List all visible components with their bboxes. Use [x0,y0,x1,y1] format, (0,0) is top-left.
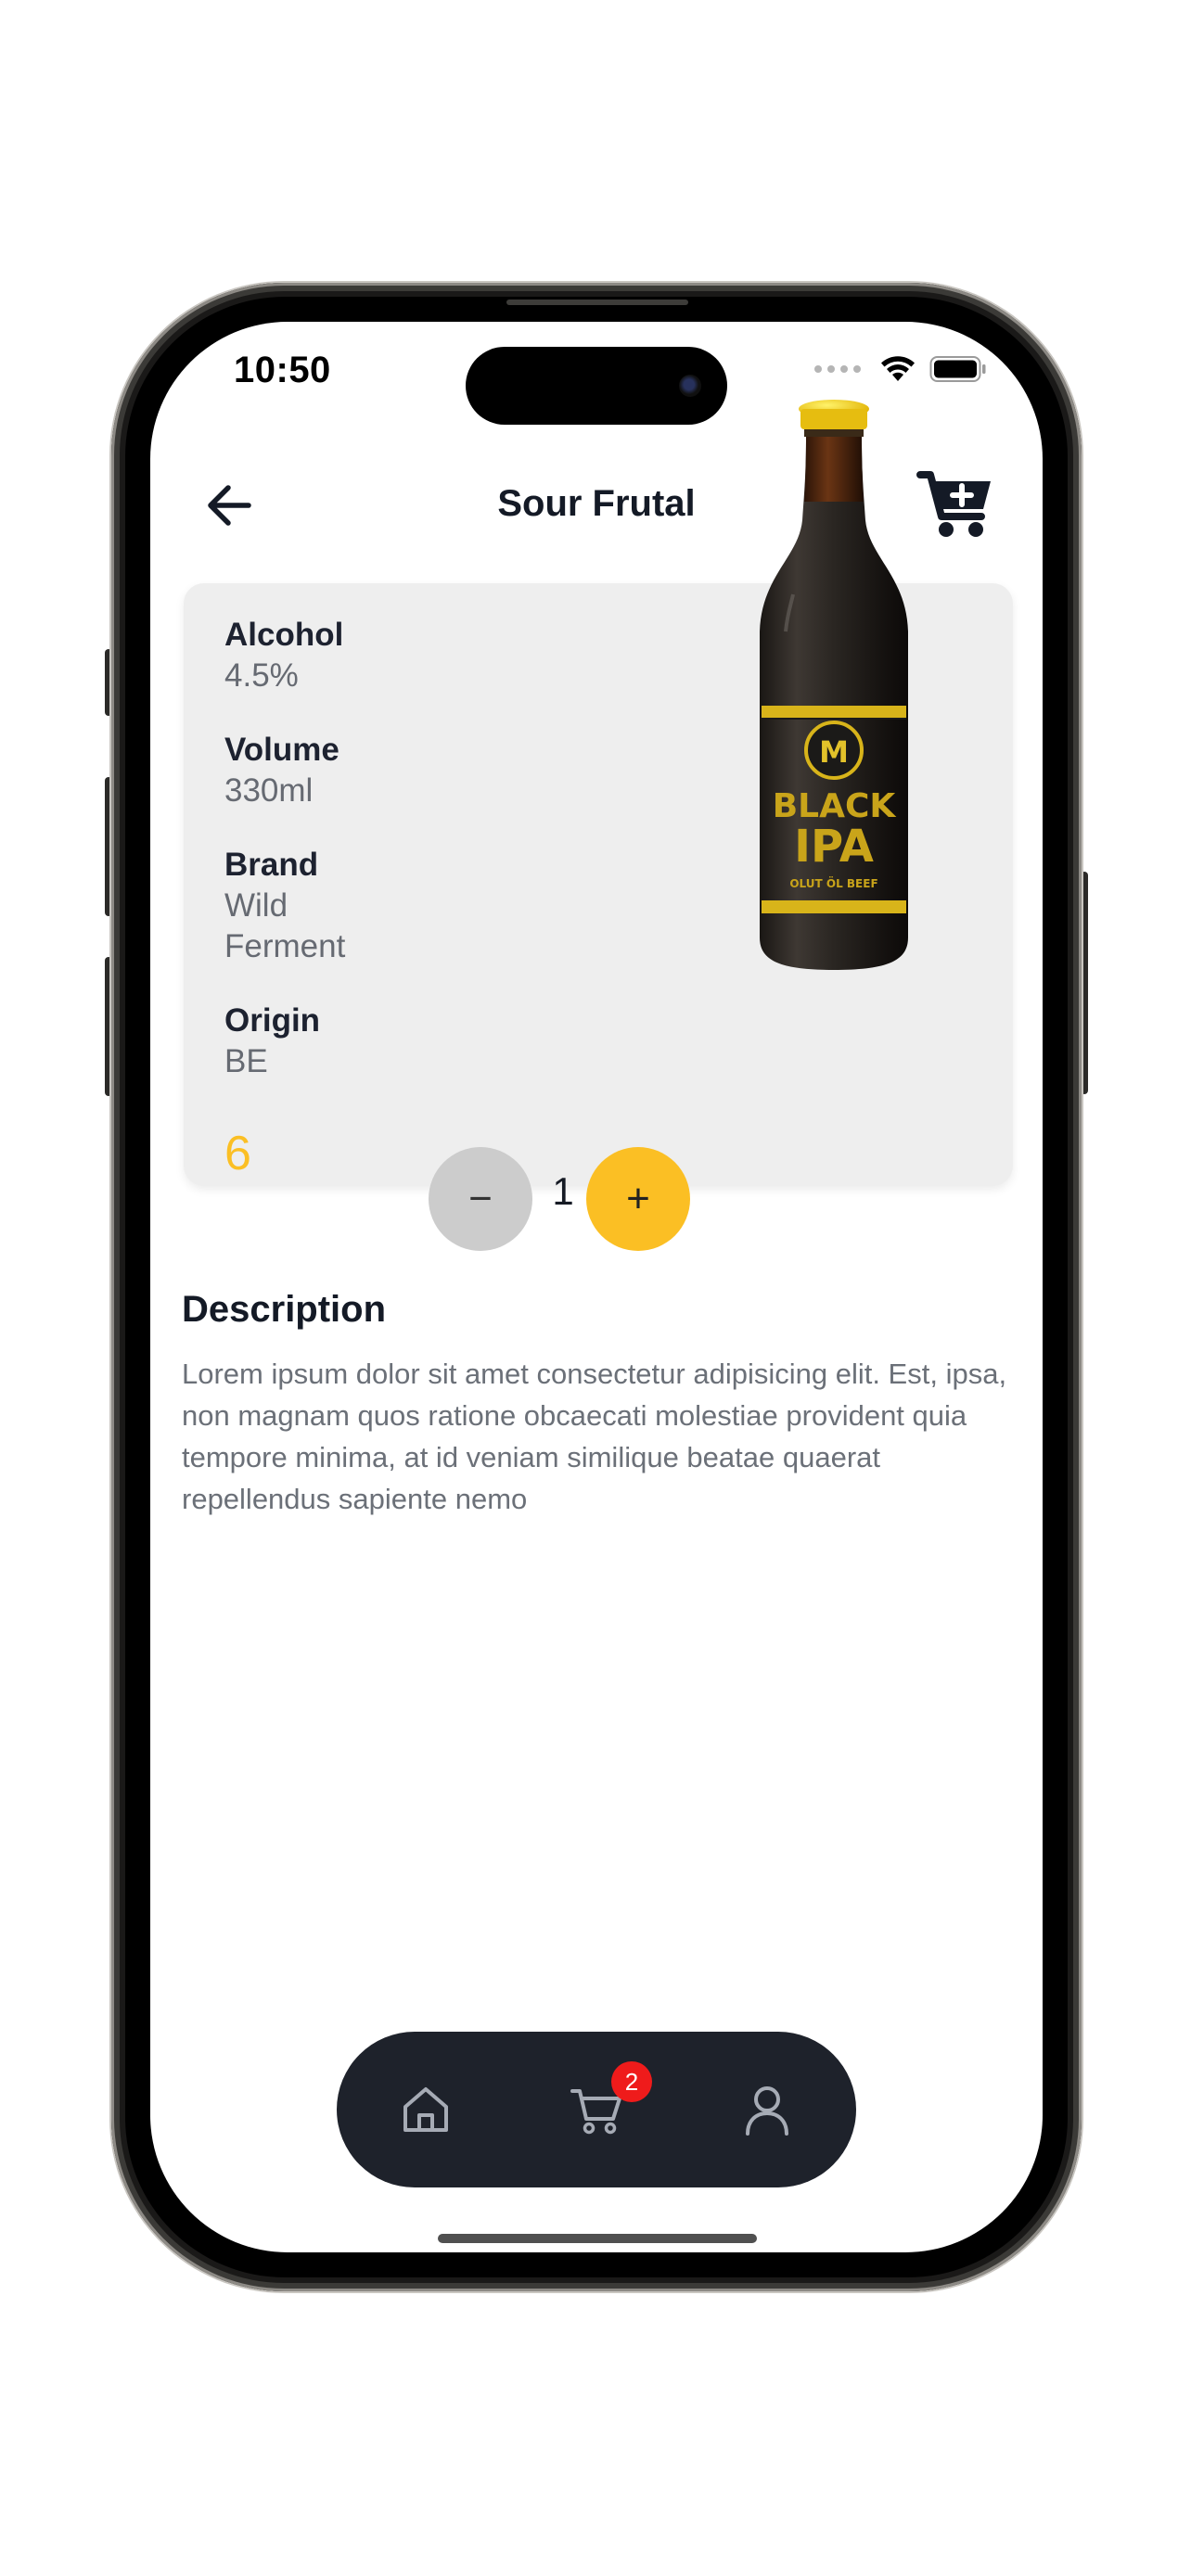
tab-profile[interactable] [739,2082,795,2137]
quantity-increase-button[interactable]: + [586,1147,690,1251]
spec-label: Brand [224,847,319,883]
signal-dots-icon [814,365,861,373]
speaker-slit [506,300,688,305]
spec-alcohol: Alcohol 4.5% [224,615,401,696]
cart-plus-icon [916,471,991,537]
status-time: 10:50 [234,350,331,390]
home-indicator[interactable] [438,2234,757,2243]
beer-bottle-image: M BLACK IPA OLUT ÖL BEEF [760,400,908,970]
plus-icon: + [626,1176,650,1221]
bottle-label-top: BLACK [773,787,897,825]
spec-label: Volume [224,732,339,768]
front-camera-icon [679,375,701,397]
user-icon [746,2086,788,2136]
battery-icon [929,356,986,382]
add-to-cart-button[interactable] [916,466,996,541]
spec-value: BE [224,1043,268,1079]
spec-origin: Origin BE [224,1001,401,1082]
svg-text:M: M [819,734,849,770]
dynamic-island [466,347,727,425]
app-screen: 10:50 Sour Frutal Alcohol 4.5% Volume 33… [150,322,1043,2252]
spec-label: Alcohol [224,617,344,653]
tab-home[interactable] [398,2082,454,2137]
wifi-icon [881,356,915,381]
quantity-decrease-button[interactable]: − [429,1147,532,1251]
description-title: Description [182,1289,387,1330]
quantity-value: 1 [552,1169,574,1213]
bottom-tab-bar: 2 [337,2032,856,2187]
product-price: 6 [224,1127,251,1180]
spec-value: 330ml [224,772,314,809]
cart-count-badge: 2 [611,2061,652,2102]
home-icon [403,2087,448,2132]
description-text: Lorem ipsum dolor sit amet consectetur a… [182,1358,1007,1515]
minus-icon: − [468,1176,493,1221]
spec-brand: Brand Wild Ferment [224,845,401,967]
spec-volume: Volume 330ml [224,730,401,811]
spec-value: 4.5% [224,657,299,694]
status-icons [814,355,987,383]
power-button [1081,872,1088,1094]
spec-value: Wild Ferment [224,887,346,964]
bottle-label-tag: OLUT ÖL BEEF [789,876,877,890]
spec-label: Origin [224,1002,321,1039]
bottle-label-bottom: IPA [794,821,874,873]
